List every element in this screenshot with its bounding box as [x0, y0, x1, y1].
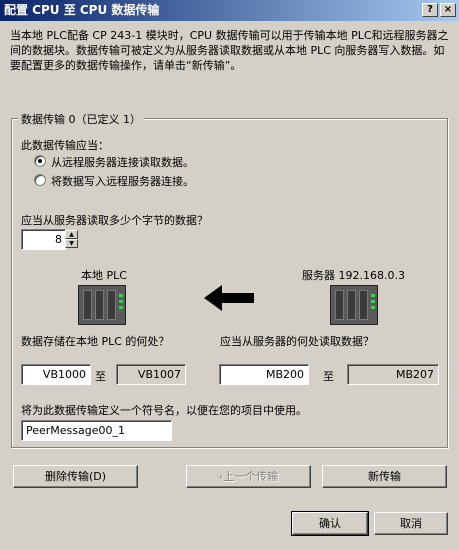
new-transfer-button[interactable]: 新传输 [322, 465, 447, 488]
symbol-prompt: 将为此数据传输定义一个符号名，以便在您的项目中使用。 [21, 404, 307, 417]
radio-read-label[interactable]: 从远程服务器连接读取数据。 [51, 154, 194, 170]
ok-button[interactable]: 确认 [291, 511, 369, 536]
radio-read[interactable] [34, 155, 46, 167]
window-title: 配置 CPU 至 CPU 数据传输 [4, 3, 160, 17]
stepper-down-icon[interactable]: ▼ [65, 239, 78, 248]
radio-write-label[interactable]: 将数据写入远程服务器连接。 [51, 173, 194, 189]
server-to-label: 至 [323, 370, 334, 383]
transfer-prompt: 此数据传输应当： [21, 139, 109, 152]
local-store-question: 数据存储在本地 PLC 的何处？ [21, 335, 170, 348]
help-button[interactable]: ? [422, 3, 438, 17]
server-start-input[interactable]: MB200 [219, 364, 309, 385]
delete-transfer-button[interactable]: 删除传输(D) [13, 465, 138, 488]
title-bar: 配置 CPU 至 CPU 数据传输 ? × [0, 0, 459, 21]
stepper-up-icon[interactable]: ▲ [65, 230, 78, 239]
local-start-input[interactable]: VB1000 [21, 364, 91, 385]
radio-write[interactable] [34, 174, 46, 186]
server-plc-icon [330, 285, 378, 325]
bytes-question: 应当从服务器读取多少个字节的数据？ [21, 214, 208, 227]
cancel-button[interactable]: 取消 [374, 512, 448, 535]
bytes-count-input[interactable]: 8 [21, 229, 66, 250]
previous-transfer-button[interactable]: ‹上一个传输 [186, 465, 311, 488]
local-plc-label: 本地 PLC [81, 269, 127, 282]
local-plc-icon [78, 285, 126, 325]
server-end-field: MB207 [347, 364, 439, 385]
symbol-name-input[interactable]: PeerMessage00_1 [21, 420, 172, 441]
server-read-question: 应当从服务器的何处读取数据？ [220, 335, 374, 348]
intro-text: 当本地 PLC配备 CP 243-1 模块时，CPU 数据传输可以用于传输本地 … [10, 29, 449, 72]
groupbox-title: 数据传输 0（已定义 1） [18, 111, 144, 127]
bytes-count-stepper[interactable]: ▲ ▼ [65, 230, 78, 249]
arrow-left-shaft [220, 293, 254, 303]
server-label: 服务器 192.168.0.3 [302, 269, 405, 282]
close-button[interactable]: × [440, 3, 456, 17]
local-end-field: VB1007 [116, 364, 186, 385]
local-to-label: 至 [95, 370, 106, 383]
